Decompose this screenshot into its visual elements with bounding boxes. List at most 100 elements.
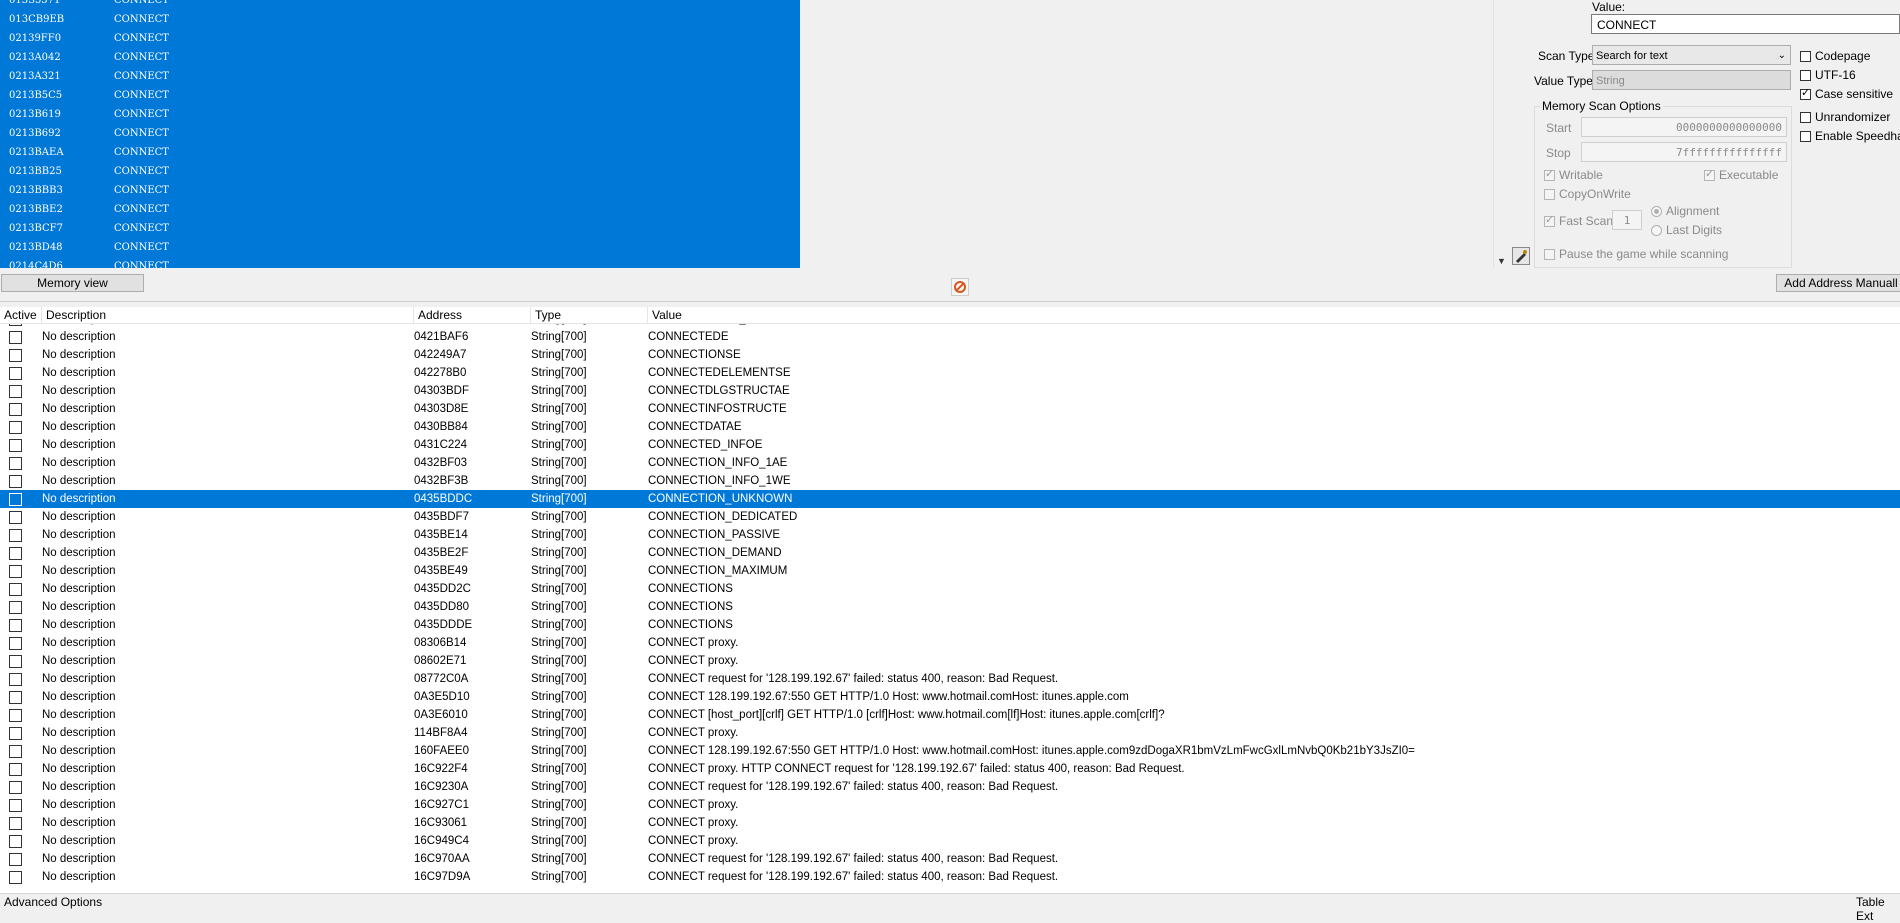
table-row[interactable]: No description 08772C0A String[700] CONNECT… [0, 670, 1900, 688]
scan-type-select[interactable]: Search for text ⌄ [1592, 45, 1791, 65]
table-row[interactable]: No description 16C9230A String[700] CONNECT… [0, 778, 1900, 796]
found-list-row[interactable]: 0213BD48 CONNECT [0, 238, 800, 257]
active-checkbox[interactable] [9, 565, 22, 578]
copy-on-write-checkbox[interactable]: CopyOnWrite [1544, 187, 1631, 201]
pause-game-checkbox[interactable]: Pause the game while scanning [1544, 247, 1728, 261]
active-checkbox[interactable] [9, 835, 22, 848]
alignment-radio[interactable]: Alignment [1651, 204, 1719, 218]
last-digits-radio[interactable]: Last Digits [1651, 223, 1722, 237]
active-checkbox[interactable] [9, 637, 22, 650]
active-checkbox[interactable] [9, 547, 22, 560]
found-list-row[interactable]: 0213B692 CONNECT [0, 124, 800, 143]
active-checkbox[interactable] [9, 493, 22, 506]
found-list-row[interactable]: 02139FF0 CONNECT [0, 29, 800, 48]
pointer-scan-icon[interactable] [1512, 247, 1530, 265]
active-checkbox[interactable] [9, 727, 22, 740]
case-sensitive-checkbox[interactable]: Case sensitive [1800, 86, 1893, 101]
table-row[interactable]: No description 08602E71 String[700] CONNECT… [0, 652, 1900, 670]
unrandomizer-checkbox[interactable]: Unrandomizer [1800, 110, 1890, 124]
executable-checkbox[interactable]: Executable [1704, 167, 1778, 182]
active-checkbox[interactable] [9, 421, 22, 434]
table-row[interactable]: No description 16C970AA String[700] CONNECT… [0, 850, 1900, 868]
table-row[interactable]: No description 0435BDDC String[700] CONNECT… [0, 490, 1900, 508]
fast-scan-alignment-input[interactable]: 1 [1612, 210, 1642, 230]
found-list-scrollbar[interactable]: ▼ [1493, 0, 1511, 268]
active-checkbox[interactable] [9, 331, 22, 344]
table-row[interactable]: No description 0435DD2C String[700] CONNECT… [0, 580, 1900, 598]
found-list-row[interactable]: 013CB9EB CONNECT [0, 10, 800, 29]
start-address-input[interactable]: 0000000000000000 [1581, 117, 1787, 137]
table-extras-link[interactable]: Table Ext [1856, 895, 1900, 923]
table-row[interactable]: No description 0435BE2F String[700] CONNECT… [0, 544, 1900, 562]
active-checkbox[interactable] [9, 817, 22, 830]
active-checkbox[interactable] [9, 853, 22, 866]
active-checkbox[interactable] [9, 691, 22, 704]
table-row[interactable]: No description 042278B0 String[700] CONNECT… [0, 364, 1900, 382]
table-row[interactable]: No description 0435DD80 String[700] CONNECT… [0, 598, 1900, 616]
found-list-row[interactable]: 0213B5C5 CONNECT [0, 86, 800, 105]
column-value[interactable]: Value [648, 307, 1900, 323]
column-active[interactable]: Active [0, 307, 42, 323]
table-row[interactable]: No description 16C93061 String[700] CONNECT… [0, 814, 1900, 832]
scroll-down-arrow-icon[interactable]: ▼ [1497, 256, 1506, 266]
active-checkbox[interactable] [9, 457, 22, 470]
table-row[interactable]: No description 08306B14 String[700] CONNECT… [0, 634, 1900, 652]
table-row[interactable]: No description 04303D8E String[700] CONNECT… [0, 400, 1900, 418]
table-row[interactable]: No description 16C949C4 String[700] CONNECT… [0, 832, 1900, 850]
codepage-checkbox[interactable]: Codepage [1800, 49, 1870, 63]
table-row[interactable]: No description 16C927C1 String[700] CONNECT… [0, 796, 1900, 814]
table-row[interactable]: No description 0435BDF7 String[700] CONNECT… [0, 508, 1900, 526]
table-row[interactable]: No description 0A3E5D10 String[700] CONNECT… [0, 688, 1900, 706]
active-checkbox[interactable] [9, 673, 22, 686]
table-row[interactable]: No description 042249A7 String[700] CONNECT… [0, 346, 1900, 364]
found-list-row[interactable]: 0213BBE2 CONNECT [0, 200, 800, 219]
found-list-row[interactable]: 013S5571 CONNECT [0, 0, 800, 10]
table-row[interactable]: No description 0435BE49 String[700] CONNECT… [0, 562, 1900, 580]
table-row[interactable]: No description 0421BAF6 String[700] CONNECT… [0, 328, 1900, 346]
active-checkbox[interactable] [9, 745, 22, 758]
active-checkbox[interactable] [9, 655, 22, 668]
table-row[interactable]: No description 0A3E6010 String[700] CONNECT… [0, 706, 1900, 724]
active-checkbox[interactable] [9, 385, 22, 398]
column-type[interactable]: Type [531, 307, 648, 323]
active-checkbox[interactable] [9, 601, 22, 614]
active-checkbox[interactable] [9, 871, 22, 884]
table-row[interactable]: No description 0432BF3B String[700] CONNECT… [0, 472, 1900, 490]
found-list-row[interactable]: 0213BCF7 CONNECT [0, 219, 800, 238]
found-list-row[interactable]: 0213BAEA CONNECT [0, 143, 800, 162]
active-checkbox[interactable] [9, 781, 22, 794]
advanced-options-link[interactable]: Advanced Options [4, 895, 102, 909]
active-checkbox[interactable] [9, 709, 22, 722]
active-checkbox[interactable] [9, 583, 22, 596]
writable-checkbox[interactable]: Writable [1544, 167, 1603, 182]
value-input[interactable]: CONNECT [1591, 14, 1900, 34]
memory-view-button[interactable]: Memory view [1, 274, 144, 292]
active-checkbox[interactable] [9, 511, 22, 524]
fast-scan-checkbox[interactable]: Fast Scan [1544, 213, 1613, 228]
active-checkbox[interactable] [9, 763, 22, 776]
table-row[interactable]: No description 114BF8A4 String[700] CONNECT… [0, 724, 1900, 742]
table-row[interactable]: No description 0430BB84 String[700] CONNECT… [0, 418, 1900, 436]
utf16-checkbox[interactable]: UTF-16 [1800, 68, 1856, 82]
table-row[interactable]: No description 16C97D9A String[700] CONNECT… [0, 868, 1900, 886]
active-checkbox[interactable] [9, 529, 22, 542]
active-checkbox[interactable] [9, 439, 22, 452]
address-table[interactable]: Active Description Address Type Value No… [0, 307, 1900, 893]
found-addresses-list[interactable]: 013S5571 CONNECT 013CB9EB CONNECT 02139FF0 CO… [0, 0, 800, 268]
found-list-row[interactable]: 0213BB25 CONNECT [0, 162, 800, 181]
splitter[interactable] [0, 301, 1900, 302]
found-list-row[interactable]: 0213A042 CONNECT [0, 48, 800, 67]
found-list-row[interactable]: 0213A321 CONNECT [0, 67, 800, 86]
stop-address-input[interactable]: 7fffffffffffffff [1581, 142, 1787, 162]
table-row[interactable]: No description 04303BDF String[700] CONNECT… [0, 382, 1900, 400]
found-list-row[interactable]: 0213BBB3 CONNECT [0, 181, 800, 200]
add-address-manually-button[interactable]: Add Address Manuall [1776, 274, 1900, 292]
column-address[interactable]: Address [414, 307, 531, 323]
table-row[interactable]: No description 0432BF03 String[700] CONNECT… [0, 454, 1900, 472]
found-list-row[interactable]: 0213B619 CONNECT [0, 105, 800, 124]
table-row[interactable]: No description 160FAEE0 String[700] CONNECT… [0, 742, 1900, 760]
enable-speedhack-checkbox[interactable]: Enable Speedhac [1800, 129, 1900, 143]
active-checkbox[interactable] [9, 349, 22, 362]
active-checkbox[interactable] [9, 799, 22, 812]
value-type-select[interactable]: String [1592, 70, 1791, 90]
